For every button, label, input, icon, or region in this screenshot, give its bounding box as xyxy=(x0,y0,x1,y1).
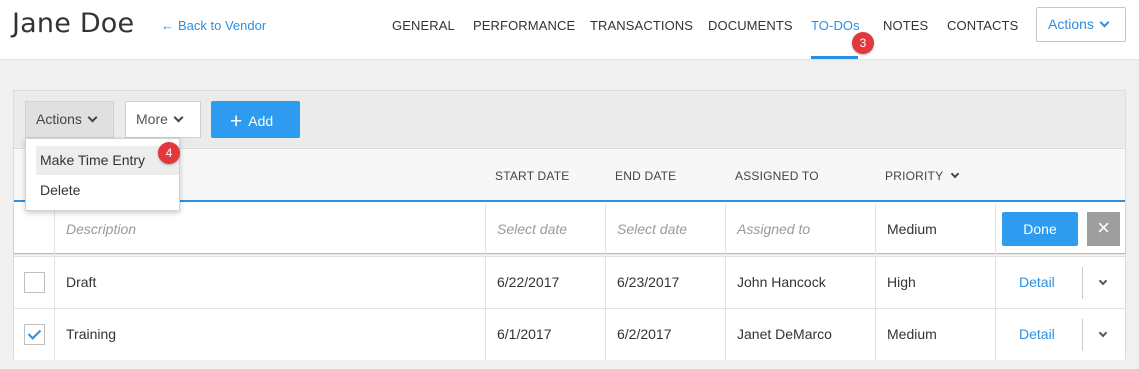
chevron-down-icon xyxy=(951,169,960,179)
menu-badge: 4 xyxy=(158,142,180,164)
detail-link[interactable]: Detail xyxy=(1019,326,1055,342)
todos-panel: Actions More + Add START DATE END DATE AS… xyxy=(13,90,1126,360)
header-actions-label: Actions xyxy=(1048,16,1094,32)
row-divider xyxy=(1082,319,1083,351)
back-to-vendor-link[interactable]: ← Back to Vendor xyxy=(161,18,266,33)
toolbar-actions-label: Actions xyxy=(36,111,82,127)
plus-icon: + xyxy=(230,110,243,133)
end-date-input[interactable]: Select date xyxy=(605,204,725,254)
row-assigned-to: John Hancock xyxy=(725,257,875,308)
description-input[interactable]: Description xyxy=(54,204,485,254)
table-header: START DATE END DATE ASSIGNED TO PRIORITY xyxy=(14,150,1125,202)
tab-contacts[interactable]: CONTACTS xyxy=(947,18,1018,33)
chevron-down-icon xyxy=(173,112,184,123)
toolbar: Actions More + Add xyxy=(14,91,1125,149)
row-end-date: 6/2/2017 xyxy=(605,309,725,360)
page-title: Jane Doe xyxy=(12,8,135,39)
priority-header-label: PRIORITY xyxy=(885,169,944,183)
row-expand-button[interactable] xyxy=(1098,274,1108,292)
done-button[interactable]: Done xyxy=(1002,212,1078,246)
row-description: Draft xyxy=(54,257,485,308)
column-header-start-date[interactable]: START DATE xyxy=(495,169,569,183)
toolbar-more-button[interactable]: More xyxy=(125,101,201,138)
active-tab-indicator xyxy=(811,56,858,59)
start-date-input[interactable]: Select date xyxy=(485,204,605,254)
tab-documents[interactable]: DOCUMENTS xyxy=(708,18,793,33)
row-start-date: 6/22/2017 xyxy=(485,257,605,308)
detail-link[interactable]: Detail xyxy=(1019,274,1055,290)
toolbar-more-label: More xyxy=(136,111,168,127)
tab-performance[interactable]: PERFORMANCE xyxy=(473,18,575,33)
add-button[interactable]: + Add xyxy=(211,101,300,138)
header-actions-button[interactable]: Actions xyxy=(1036,7,1126,42)
chevron-down-icon xyxy=(1098,328,1108,338)
menu-item-delete[interactable]: Delete xyxy=(26,176,179,205)
add-label: Add xyxy=(248,113,274,129)
row-start-date: 6/1/2017 xyxy=(485,309,605,360)
row-divider xyxy=(1082,267,1083,299)
row-description: Training xyxy=(54,309,485,360)
chevron-down-icon xyxy=(87,112,98,123)
new-todo-row: Description Select date Select date Assi… xyxy=(14,204,1125,254)
tab-to-dos[interactable]: TO-DOs xyxy=(811,18,860,33)
row-priority: High xyxy=(875,257,995,308)
row-expand-button[interactable] xyxy=(1098,326,1108,344)
column-header-end-date[interactable]: END DATE xyxy=(615,169,676,183)
back-arrow-icon: ← xyxy=(161,18,174,33)
close-icon[interactable]: × xyxy=(1087,212,1120,246)
row-checkbox[interactable] xyxy=(24,272,45,293)
column-header-assigned-to[interactable]: ASSIGNED TO xyxy=(735,169,819,183)
tab-general[interactable]: GENERAL xyxy=(392,18,455,33)
assigned-to-input[interactable]: Assigned to xyxy=(725,204,875,254)
tab-badge: 3 xyxy=(852,32,874,54)
back-link-label: Back to Vendor xyxy=(178,18,267,33)
row-priority: Medium xyxy=(875,309,995,360)
toolbar-actions-button[interactable]: Actions xyxy=(25,101,114,138)
row-assigned-to: Janet DeMarco xyxy=(725,309,875,360)
tab-transactions[interactable]: TRANSACTIONS xyxy=(590,18,693,33)
chevron-down-icon xyxy=(1099,17,1110,28)
row-end-date: 6/23/2017 xyxy=(605,257,725,308)
chevron-down-icon xyxy=(1098,276,1108,286)
table-row: Training 6/1/2017 6/2/2017 Janet DeMarco… xyxy=(14,308,1125,360)
tab-notes[interactable]: NOTES xyxy=(883,18,928,33)
top-bar: Jane Doe ← Back to Vendor GENERAL PERFORM… xyxy=(0,0,1139,60)
column-header-priority[interactable]: PRIORITY xyxy=(885,169,960,183)
table-row: Draft 6/22/2017 6/23/2017 John Hancock H… xyxy=(14,256,1125,308)
actions-dropdown-menu: Make Time Entry Delete xyxy=(25,138,180,211)
priority-select[interactable]: Medium xyxy=(875,204,995,254)
row-checkbox[interactable] xyxy=(24,324,45,345)
